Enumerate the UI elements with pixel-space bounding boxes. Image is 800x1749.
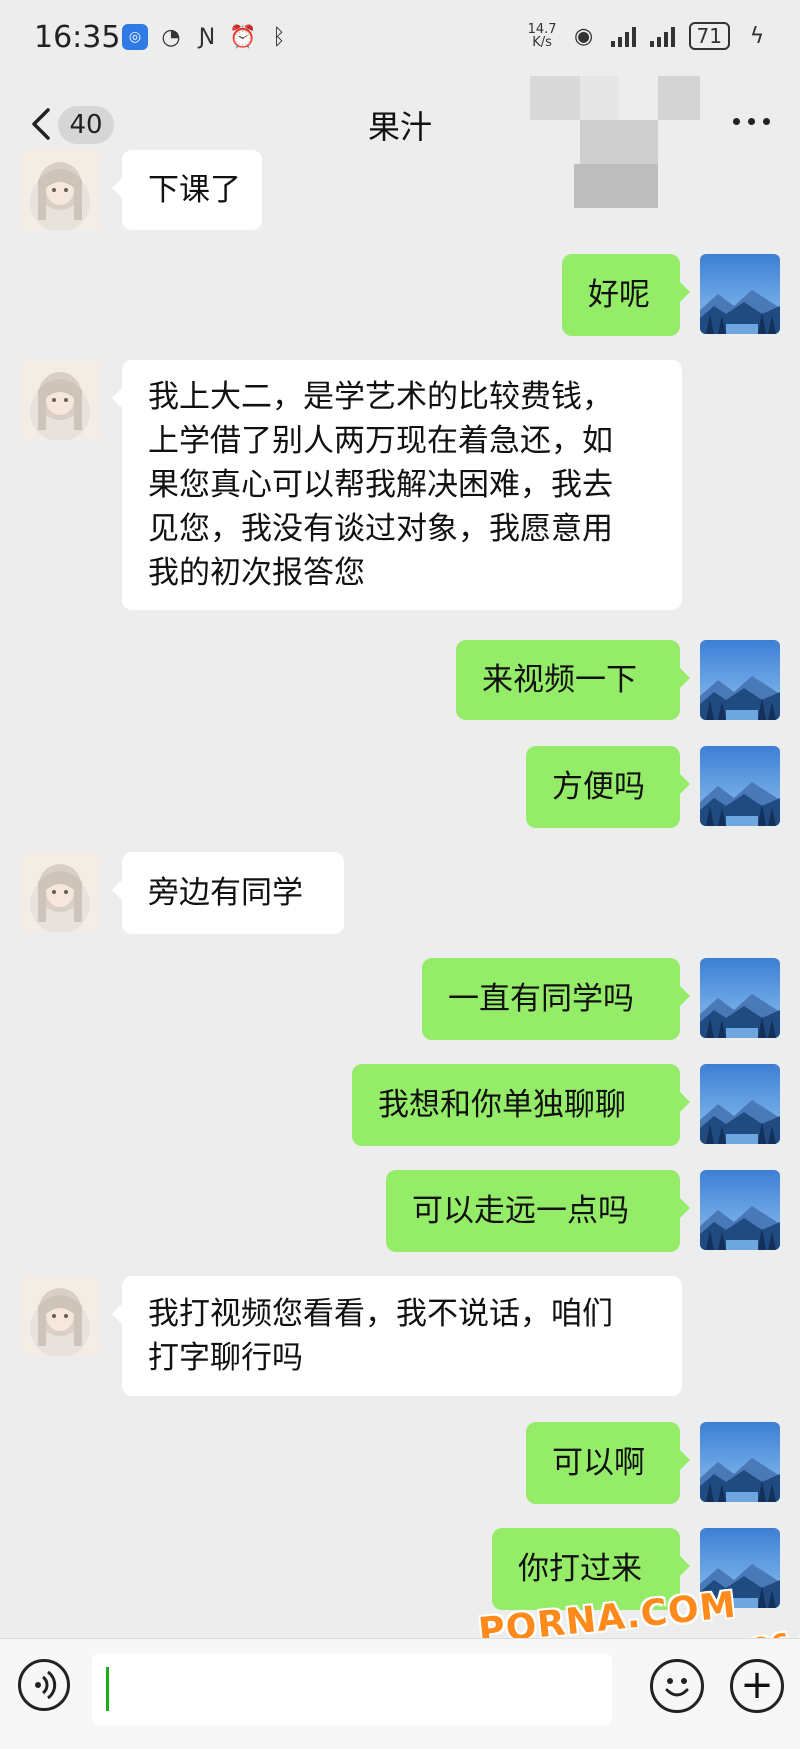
signal-icon-2 <box>649 25 675 47</box>
received-message[interactable]: 我上大二，是学艺术的比较费钱， 上学借了别人两万现在着急还，如 果您真心可以帮我解决… <box>112 360 682 610</box>
my-avatar[interactable] <box>700 746 780 826</box>
message-text-line: 我打视频您看看，我不说话，咱们 <box>148 1296 613 1332</box>
message-text-line: 来视频一下 <box>482 662 637 698</box>
emoji-icon[interactable] <box>650 1659 704 1713</box>
sent-message[interactable]: 我想和你单独聊聊 <box>352 1064 690 1146</box>
contact-avatar[interactable] <box>20 852 100 932</box>
my-avatar[interactable] <box>700 254 780 334</box>
message-text-line: 我的初次报答您 <box>148 555 365 591</box>
hotspot-icon: ◉ <box>573 23 594 49</box>
status-icons-right: 14.7 K/s ◉ 71 ϟ <box>528 22 770 50</box>
message-text-line: 打字聊行吗 <box>148 1340 303 1376</box>
speedometer-icon: ◔ <box>161 24 181 50</box>
nfc-icon: Ɲ <box>198 24 216 50</box>
battery-level: 71 <box>688 22 730 50</box>
message-text-line: 一直有同学吗 <box>448 981 634 1017</box>
network-speed: 14.7 K/s <box>527 22 557 50</box>
message-text-line: 见您，我没有谈过对象，我愿意用 <box>148 511 613 547</box>
sent-message[interactable]: 可以啊 <box>526 1422 690 1504</box>
sent-message[interactable]: 一直有同学吗 <box>422 958 690 1040</box>
message-text-line: 你打过来 <box>518 1551 642 1587</box>
message-text-line: 下课了 <box>148 172 241 208</box>
app-notification-icon: ◎ <box>122 24 148 50</box>
chat-header: 40 果汁 <box>0 76 800 208</box>
voice-icon[interactable] <box>18 1659 70 1711</box>
message-text-line: 我上大二，是学艺术的比较费钱， <box>148 379 613 415</box>
pixelated-mosaic <box>530 76 700 208</box>
contact-avatar[interactable] <box>20 360 100 440</box>
plus-icon[interactable]: + <box>730 1659 784 1713</box>
message-text-line: 我想和你单独聊聊 <box>378 1087 626 1123</box>
message-text-line: 可以走远一点吗 <box>412 1193 629 1229</box>
status-icons-left: ◎ ◔ Ɲ ⏰ ᛒ <box>122 24 292 50</box>
received-message[interactable]: 旁边有同学 <box>112 852 344 934</box>
message-text-line: 上学借了别人两万现在着急还，如 <box>148 423 613 459</box>
text-caret <box>106 1667 109 1711</box>
signal-icon <box>610 25 636 47</box>
received-message[interactable]: 我打视频您看看，我不说话，咱们 打字聊行吗 <box>112 1276 682 1396</box>
status-time: 16:35 <box>34 20 121 55</box>
message-text-line: 好呢 <box>588 277 650 313</box>
alarm-icon: ⏰ <box>229 24 257 50</box>
sent-message[interactable]: 可以走远一点吗 <box>386 1170 690 1252</box>
contact-avatar[interactable] <box>20 1276 100 1356</box>
message-text-line: 可以啊 <box>552 1445 645 1481</box>
sent-message[interactable]: 来视频一下 <box>456 640 690 720</box>
sent-message[interactable]: 好呢 <box>562 254 690 336</box>
more-dots-icon[interactable] <box>733 118 770 125</box>
message-text-line: 果您真心可以帮我解决困难，我去 <box>148 467 613 503</box>
message-input[interactable] <box>92 1653 612 1725</box>
message-text-line: 方便吗 <box>552 769 645 805</box>
my-avatar[interactable] <box>700 1064 780 1144</box>
status-bar: 16:35 ◎ ◔ Ɲ ⏰ ᛒ 14.7 K/s ◉ 71 ϟ <box>0 0 800 76</box>
my-avatar[interactable] <box>700 958 780 1038</box>
my-avatar[interactable] <box>700 1170 780 1250</box>
input-bar: + <box>0 1638 800 1749</box>
sent-message[interactable]: 方便吗 <box>526 746 690 828</box>
bluetooth-icon: ᛒ <box>272 24 286 50</box>
message-text-line: 旁边有同学 <box>148 875 303 911</box>
contact-avatar[interactable] <box>20 150 100 230</box>
my-avatar[interactable] <box>700 640 780 720</box>
charging-icon: ϟ <box>749 23 765 49</box>
my-avatar[interactable] <box>700 1422 780 1502</box>
received-message[interactable]: 下课了 <box>112 150 262 230</box>
